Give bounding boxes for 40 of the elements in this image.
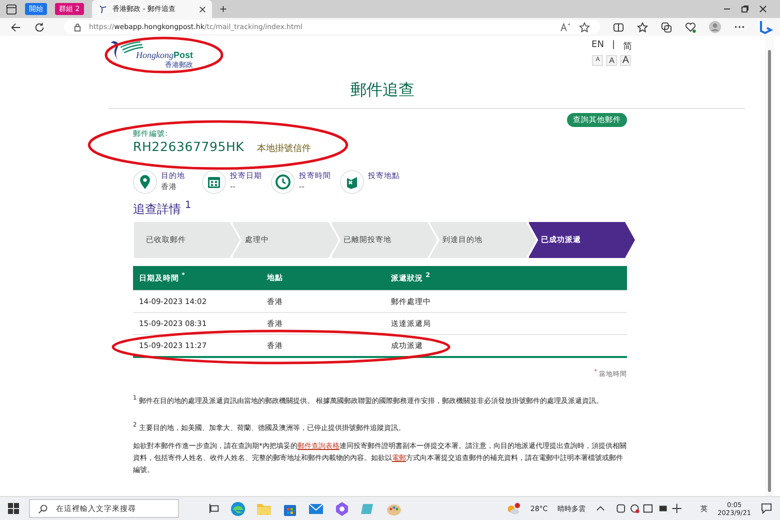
profile-icon[interactable] bbox=[709, 21, 721, 33]
item-type: 本地掛號信件 bbox=[257, 142, 312, 155]
location-pin-icon bbox=[133, 170, 157, 194]
split-screen-icon[interactable] bbox=[613, 22, 624, 32]
close-icon[interactable] bbox=[758, 4, 768, 14]
star-icon[interactable] bbox=[579, 22, 590, 32]
logo-text: HongkongPost bbox=[136, 50, 194, 60]
font-size-button[interactable]: A bbox=[620, 55, 632, 66]
english-link[interactable]: EN bbox=[592, 40, 604, 53]
separator-text: | bbox=[612, 40, 615, 52]
restore-icon[interactable] bbox=[740, 4, 750, 14]
start-icon[interactable] bbox=[8, 503, 19, 514]
new-tab-button[interactable]: + bbox=[220, 2, 227, 16]
page-title: 郵件追查 bbox=[350, 80, 416, 101]
font-size-button[interactable]: A bbox=[606, 55, 618, 66]
task-view-icon[interactable] bbox=[209, 503, 220, 514]
read-aloud-icon[interactable] bbox=[560, 22, 571, 32]
lock-icon bbox=[74, 22, 81, 32]
chevron-up-icon[interactable] bbox=[596, 504, 605, 513]
heart-icon[interactable] bbox=[685, 22, 696, 32]
copilot-icon[interactable] bbox=[334, 500, 350, 516]
item-number: RH226367795HK bbox=[133, 139, 244, 154]
back-icon[interactable] bbox=[10, 22, 21, 32]
notification-icon[interactable] bbox=[761, 503, 772, 514]
collections-icon[interactable] bbox=[661, 22, 672, 32]
browser-icon[interactable] bbox=[230, 500, 246, 516]
simplified-chinese-link[interactable]: 简 bbox=[623, 40, 632, 53]
close-icon[interactable] bbox=[198, 6, 206, 12]
reload-icon[interactable] bbox=[34, 22, 45, 32]
calendar-icon bbox=[202, 170, 226, 194]
map-icon bbox=[340, 170, 364, 194]
weather-icon[interactable] bbox=[506, 502, 520, 516]
search-icon bbox=[38, 504, 48, 514]
section-title: 追查詳情 $^{1}$ bbox=[133, 200, 192, 218]
mail-icon[interactable] bbox=[308, 500, 324, 516]
more-icon[interactable] bbox=[734, 25, 745, 29]
scrollbar[interactable] bbox=[765, 36, 774, 496]
clock-icon bbox=[271, 170, 295, 194]
favorites-icon[interactable] bbox=[637, 22, 648, 32]
tab-actions-icon[interactable] bbox=[6, 4, 17, 14]
